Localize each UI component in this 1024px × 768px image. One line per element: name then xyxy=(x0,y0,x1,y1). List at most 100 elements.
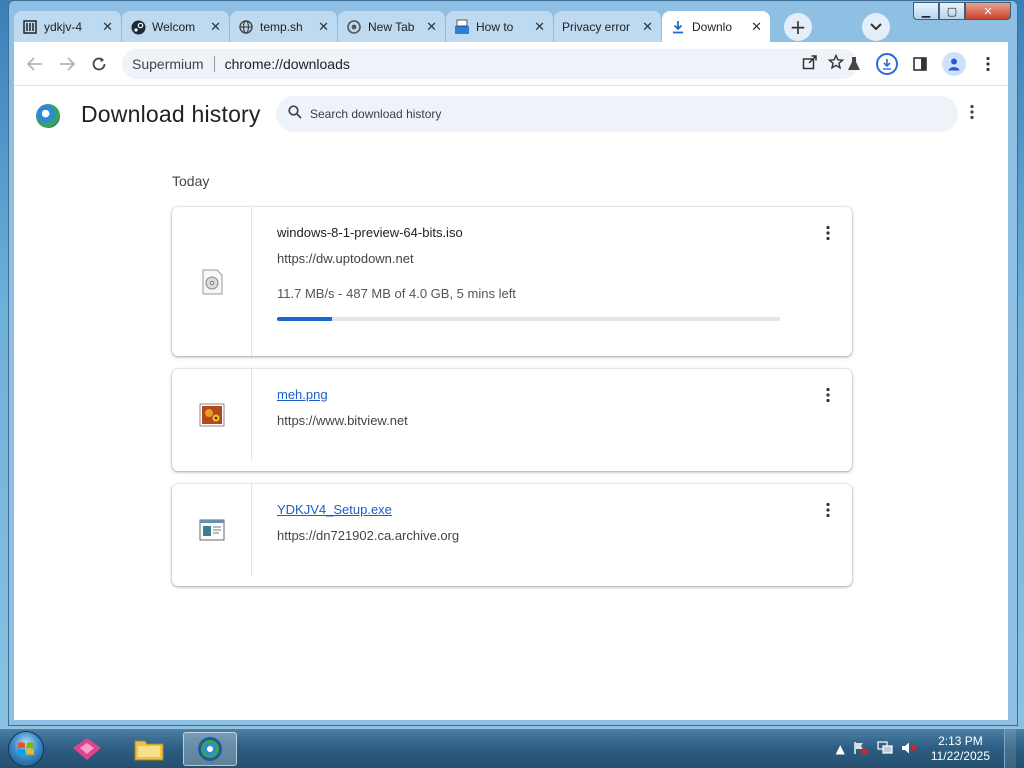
tab-downloads[interactable]: Downlo ✕ xyxy=(662,11,770,43)
search-bar[interactable] xyxy=(276,96,958,132)
downloads-logo-icon xyxy=(36,104,60,128)
tab-label: Privacy error xyxy=(562,20,631,34)
file-icon-column xyxy=(172,484,252,576)
download-status: 11.7 MB/s - 487 MB of 4.0 GB, 5 mins lef… xyxy=(277,286,516,301)
tab-close-icon[interactable]: ✕ xyxy=(642,20,653,35)
browser-toolbar: Supermium chrome://downloads xyxy=(14,42,1008,86)
profile-avatar[interactable] xyxy=(942,52,966,76)
new-tab-button[interactable]: + xyxy=(784,13,812,41)
browser-menu-button[interactable] xyxy=(976,52,1000,76)
page-title: Download history xyxy=(81,101,261,127)
tab-label: How to xyxy=(476,20,514,34)
address-bar[interactable]: Supermium chrome://downloads xyxy=(122,49,858,79)
maximize-button[interactable]: ▢ xyxy=(939,2,965,20)
reload-button[interactable] xyxy=(84,49,114,79)
window-controls: ▁ ▢ ✕ xyxy=(913,2,1011,20)
person-icon xyxy=(948,58,960,71)
tab-label: ydkjv-4 xyxy=(44,20,83,34)
back-button[interactable] xyxy=(20,49,50,79)
system-tray: ▲ 2:13 PM 11/22/2025 xyxy=(836,729,1024,768)
download-filename-link[interactable]: meh.png xyxy=(277,387,792,402)
more-vert-icon xyxy=(826,502,830,518)
download-source-url[interactable]: https://www.bitview.net xyxy=(277,413,792,428)
more-vert-icon xyxy=(826,225,830,241)
download-source-url[interactable]: https://dw.uptodown.net xyxy=(277,251,792,266)
taskbar-browser[interactable] xyxy=(183,732,237,766)
windows-logo-icon xyxy=(18,742,34,755)
downloads-toolbar-button[interactable] xyxy=(876,53,898,75)
tab-ydkjv[interactable]: ydkjv-4 ✕ xyxy=(14,11,122,43)
share-icon[interactable] xyxy=(802,54,818,74)
date-heading: Today xyxy=(172,173,210,189)
download-item: windows-8-1-preview-64-bits.iso https://… xyxy=(172,207,852,356)
download-filename-link[interactable]: YDKJV4_Setup.exe xyxy=(277,502,792,517)
downloads-page: Download history Today windows-8-1-previ… xyxy=(14,86,1008,720)
supermium-icon xyxy=(198,737,222,761)
close-window-button[interactable]: ✕ xyxy=(965,2,1011,20)
forward-button[interactable] xyxy=(52,49,82,79)
side-panel-button[interactable] xyxy=(908,52,932,76)
clock-time: 2:13 PM xyxy=(938,734,983,748)
chrome-icon xyxy=(346,19,362,35)
exe-file-icon xyxy=(199,519,224,541)
download-progress-fill xyxy=(277,317,333,321)
network-icon[interactable] xyxy=(877,740,893,758)
download-details: windows-8-1-preview-64-bits.iso https://… xyxy=(277,225,792,321)
tab-strip: ydkjv-4 ✕ Welcom ✕ temp.sh ✕ New Tab ✕ H… xyxy=(14,9,904,43)
tab-temp-sh[interactable]: temp.sh ✕ xyxy=(230,11,338,43)
tab-close-icon[interactable]: ✕ xyxy=(751,20,762,35)
download-item: meh.png https://www.bitview.net xyxy=(172,369,852,471)
download-details: meh.png https://www.bitview.net xyxy=(277,387,792,428)
download-icon xyxy=(670,19,686,35)
more-vert-icon xyxy=(970,104,974,120)
more-vert-icon xyxy=(986,56,990,72)
clock[interactable]: 2:13 PM 11/22/2025 xyxy=(931,734,990,764)
tab-close-icon[interactable]: ✕ xyxy=(534,20,545,35)
globe-icon xyxy=(238,19,254,35)
download-icon xyxy=(883,59,891,70)
file-icon-column xyxy=(172,207,252,356)
download-more-button[interactable] xyxy=(826,502,830,523)
show-hidden-icons-icon[interactable]: ▲ xyxy=(836,742,845,756)
taskbar-app-launcher[interactable] xyxy=(60,732,114,766)
taskbar-explorer[interactable] xyxy=(122,732,176,766)
chevron-down-icon xyxy=(870,23,882,31)
minimize-button[interactable]: ▁ xyxy=(913,2,939,20)
download-more-button[interactable] xyxy=(826,225,830,246)
clock-date: 11/22/2025 xyxy=(930,749,990,763)
tab-privacy-error[interactable]: Privacy error ✕ xyxy=(554,11,662,43)
browser-brand-label: Supermium xyxy=(132,56,204,72)
archive-icon xyxy=(22,19,38,35)
pink-app-icon xyxy=(73,738,101,760)
start-button[interactable] xyxy=(8,731,44,767)
url-text[interactable]: chrome://downloads xyxy=(225,56,350,72)
search-icon xyxy=(288,105,302,123)
bitview-icon xyxy=(454,19,470,35)
tab-close-icon[interactable]: ✕ xyxy=(102,20,113,35)
tab-close-icon[interactable]: ✕ xyxy=(318,20,329,35)
tab-close-icon[interactable]: ✕ xyxy=(210,20,221,35)
download-source-url[interactable]: https://dn721902.ca.archive.org xyxy=(277,528,792,543)
file-icon-column xyxy=(172,369,252,461)
reload-icon xyxy=(92,57,106,71)
volume-muted-icon[interactable] xyxy=(901,741,917,758)
download-details: YDKJV4_Setup.exe https://dn721902.ca.arc… xyxy=(277,502,792,543)
tab-close-icon[interactable]: ✕ xyxy=(426,20,437,35)
page-menu-button[interactable] xyxy=(970,104,974,125)
more-vert-icon xyxy=(826,387,830,403)
show-desktop-button[interactable] xyxy=(1004,729,1016,768)
download-progress-bar xyxy=(277,317,780,321)
download-more-button[interactable] xyxy=(826,387,830,408)
tab-new-tab[interactable]: New Tab ✕ xyxy=(338,11,446,43)
download-item: YDKJV4_Setup.exe https://dn721902.ca.arc… xyxy=(172,484,852,586)
tab-label: temp.sh xyxy=(260,20,303,34)
labs-flask-icon[interactable] xyxy=(842,52,866,76)
tab-search-button[interactable] xyxy=(862,13,890,41)
disc-file-icon xyxy=(202,269,222,294)
search-input[interactable] xyxy=(310,107,910,121)
action-center-flag-icon[interactable] xyxy=(853,741,869,758)
tab-how-to[interactable]: How to ✕ xyxy=(446,11,554,43)
tab-welcome[interactable]: Welcom ✕ xyxy=(122,11,230,43)
side-panel-icon xyxy=(913,57,927,71)
download-filename: windows-8-1-preview-64-bits.iso xyxy=(277,225,463,240)
